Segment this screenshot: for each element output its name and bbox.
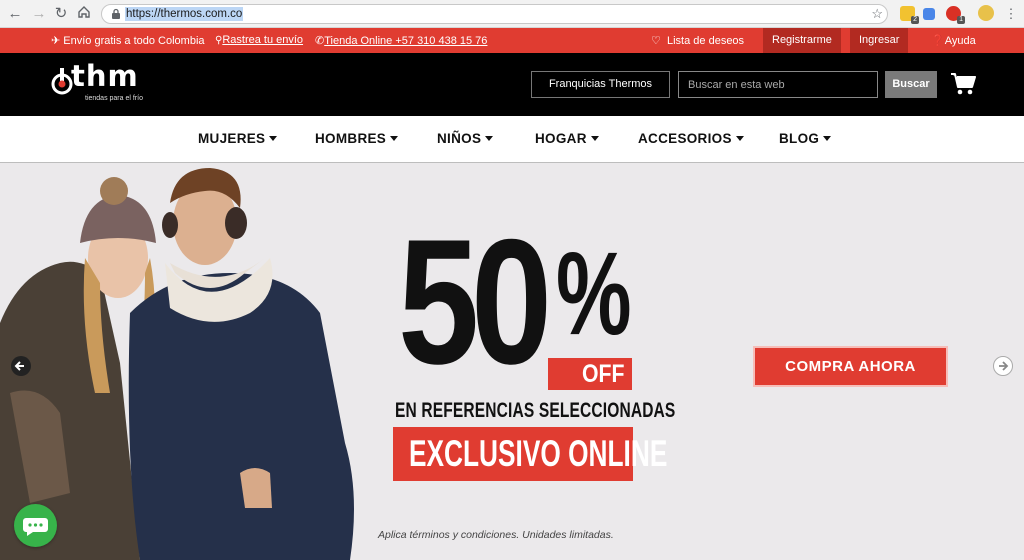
logo-tagline: tiendas para el frío xyxy=(85,95,143,102)
question-circle-icon: ❓ xyxy=(931,35,945,47)
chat-button[interactable] xyxy=(14,504,57,547)
off-label: OFF xyxy=(582,360,625,388)
caret-down-icon xyxy=(735,135,744,141)
home-icon[interactable] xyxy=(75,5,93,23)
shop-now-button[interactable]: COMPRA AHORA xyxy=(753,346,948,387)
promo-subtitle: EN REFERENCIAS SELECCIONADAS xyxy=(395,399,676,422)
logo-text: thm xyxy=(71,59,139,93)
caret-down-icon xyxy=(590,135,599,141)
extension-icon[interactable] xyxy=(923,8,935,20)
profile-avatar[interactable] xyxy=(978,5,994,21)
address-bar[interactable]: https://thermos.com.co ☆ xyxy=(101,4,888,24)
browser-toolbar: ← → ↻ https://thermos.com.co ☆ 2 1 ⋮ xyxy=(0,0,1024,28)
caret-down-icon xyxy=(485,135,494,141)
search-input[interactable] xyxy=(678,71,878,98)
extension-icon[interactable]: 2 xyxy=(900,6,919,24)
nav-item-hogar[interactable]: HOGAR xyxy=(535,131,599,146)
phone-link[interactable]: ✆Tienda Online +57 310 438 15 76 xyxy=(315,34,487,47)
franchises-button[interactable]: Franquicias Thermos xyxy=(531,71,670,98)
heart-icon: ♡ xyxy=(651,35,661,47)
forward-icon[interactable]: → xyxy=(30,5,48,23)
nav-item-accesorios[interactable]: ACCESORIOS xyxy=(638,131,744,146)
arrow-right-icon xyxy=(999,361,1009,371)
terms-text: Aplica términos y condiciones. Unidades … xyxy=(378,529,614,541)
caret-down-icon xyxy=(390,135,399,141)
nav-item-hombres[interactable]: HOMBRES xyxy=(315,131,399,146)
exclusive-label: EXCLUSIVO ONLINE xyxy=(409,433,668,474)
free-shipping-text: ✈ Envío gratis a todo Colombia xyxy=(51,35,205,47)
reload-icon[interactable]: ↻ xyxy=(52,5,70,23)
percent-sign: % xyxy=(556,228,632,360)
models-photo xyxy=(0,168,354,560)
site-logo[interactable]: thm tiendas para el frío xyxy=(51,59,161,103)
thermometer-logo-icon xyxy=(51,68,73,95)
login-button[interactable]: Ingresar xyxy=(850,28,909,53)
wishlist-link[interactable]: ♡ Lista de deseos xyxy=(651,34,744,47)
menu-kebab-icon[interactable]: ⋮ xyxy=(1002,5,1020,23)
url-text[interactable]: https://thermos.com.co xyxy=(125,7,244,21)
phone-icon: ✆ xyxy=(315,35,325,47)
extension-icon[interactable]: 1 xyxy=(946,6,965,24)
carousel-next-button[interactable] xyxy=(993,356,1013,376)
caret-down-icon xyxy=(823,135,832,141)
caret-down-icon xyxy=(269,135,278,141)
arrow-left-icon xyxy=(14,361,24,371)
discount-number: 50 xyxy=(398,202,552,401)
lock-icon xyxy=(112,8,120,19)
chat-icon xyxy=(23,518,48,536)
hero-banner[interactable]: 50 % OFF EN REFERENCIAS SELECCIONADAS EX… xyxy=(0,163,1024,560)
cart-icon[interactable] xyxy=(950,72,976,96)
help-link[interactable]: ❓Ayuda xyxy=(931,34,976,47)
nav-item-mujeres[interactable]: MUJERES xyxy=(198,131,278,146)
category-nav: MUJERES HOMBRES NIÑOS HOGAR ACCESORIOS B… xyxy=(0,116,1024,163)
search-button[interactable]: Buscar xyxy=(885,71,937,98)
bookmark-star-icon[interactable]: ☆ xyxy=(871,6,883,22)
register-button[interactable]: Registrarme xyxy=(763,28,841,53)
carousel-prev-button[interactable] xyxy=(11,356,31,376)
nav-item-ninos[interactable]: NIÑOS xyxy=(437,131,494,146)
track-shipment-link[interactable]: ⚲Rastrea tu envío xyxy=(215,34,303,46)
nav-item-blog[interactable]: BLOG xyxy=(779,131,832,146)
back-icon[interactable]: ← xyxy=(6,5,24,23)
top-utility-bar: ✈ Envío gratis a todo Colombia ⚲Rastrea … xyxy=(0,28,1024,53)
site-header: thm tiendas para el frío Franquicias The… xyxy=(0,53,1024,116)
